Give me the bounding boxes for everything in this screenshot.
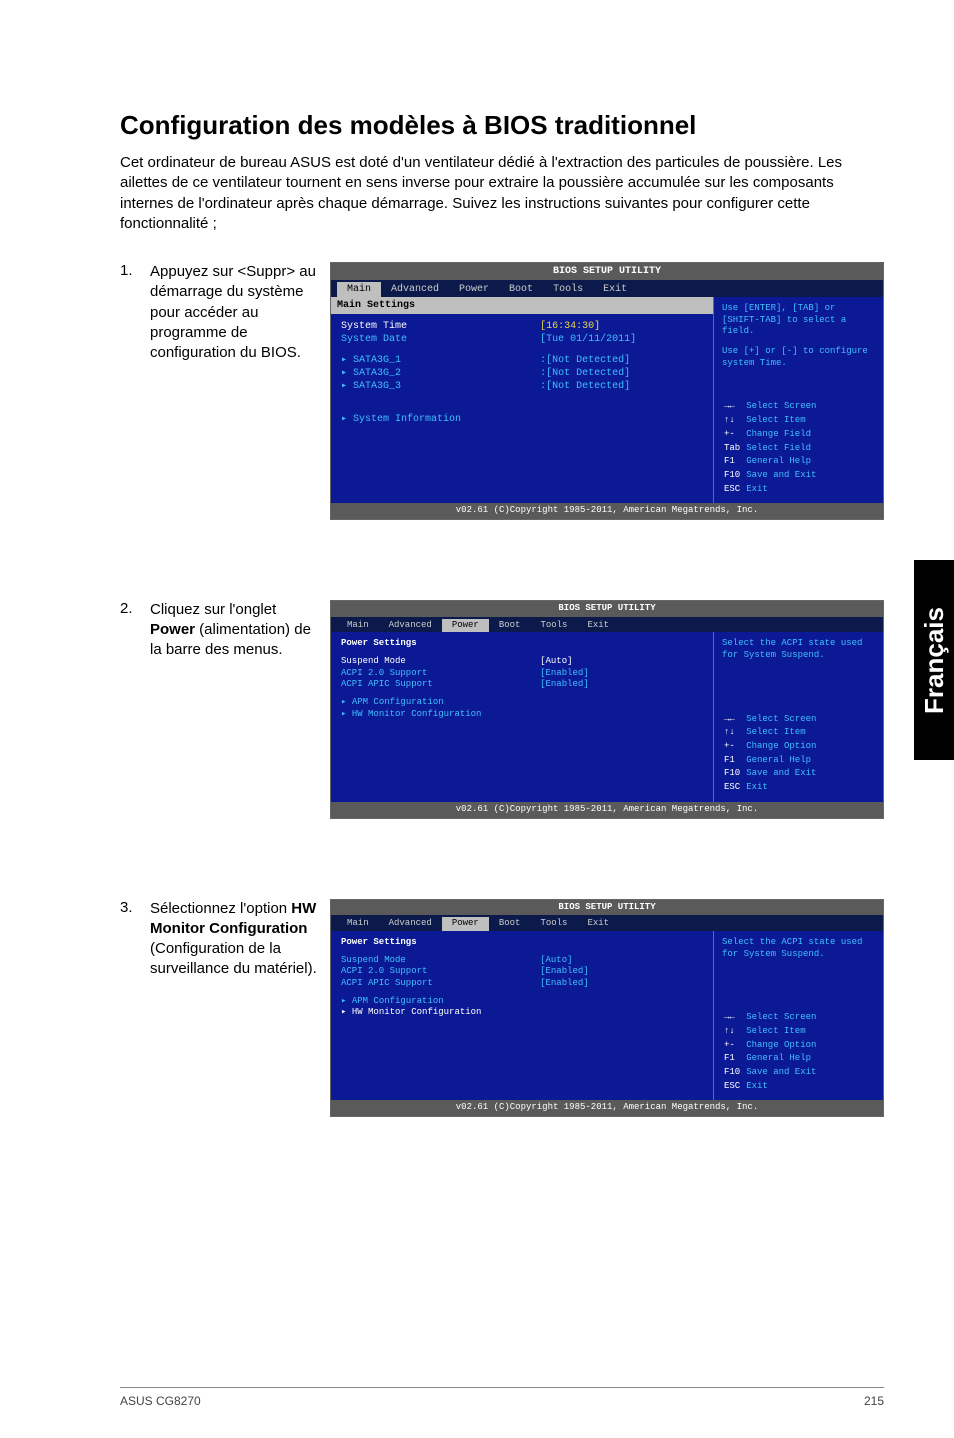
step-2: 2. Cliquez sur l'onglet Power (alimentat… [120,600,884,819]
bios1-help-mid: Use [+] or [-] to configure system Time. [722,346,875,369]
help-key-row: F1General Help [724,755,820,767]
help-key-row: ↑↓Select Item [724,1026,820,1038]
bios-row: Suspend Mode[Auto] [341,955,703,967]
bios-tab-main: Main [337,282,381,297]
help-key-row: F10Save and Exit [724,768,820,780]
bios3-help-top: Select the ACPI state used for System Su… [722,937,875,960]
bios-tab-exit: Exit [593,282,637,297]
step-3-text-a: Sélectionnez l'option [150,900,291,917]
bios-row: ▸ SATA3G_3:[Not Detected] [341,380,703,393]
help-key-row: ↑↓Select Item [724,415,820,427]
help-key-row: F10Save and Exit [724,470,820,482]
bios-row: ▸ SATA3G_2:[Not Detected] [341,367,703,380]
bios2-foot: v02.61 (C)Copyright 1985-2011, American … [331,802,883,818]
bios3-foot: v02.61 (C)Copyright 1985-2011, American … [331,1100,883,1116]
bios-row: ACPI 2.0 Support[Enabled] [341,668,703,680]
help-key-row: +-Change Option [724,1040,820,1052]
bios-tab-advanced: Advanced [379,619,442,633]
help-key-row: TabSelect Field [724,443,820,455]
bios-row: Suspend Mode[Auto] [341,656,703,668]
help-key-row: ↑↓Select Item [724,727,820,739]
bios3-rows: Suspend Mode[Auto]ACPI 2.0 Support[Enabl… [341,955,703,990]
bios-tab-exit: Exit [577,917,619,931]
bios-tab-main: Main [337,917,379,931]
bios1-section: Main Settings [331,297,713,314]
bios-tab-advanced: Advanced [379,917,442,931]
bios1-help-top: Use [ENTER], [TAB] or [SHIFT-TAB] to sel… [722,303,875,338]
bios-screenshot-2: BIOS SETUP UTILITY MainAdvancedPowerBoot… [330,600,884,819]
step-3: 3. Sélectionnez l'option HW Monitor Conf… [120,899,884,1118]
bios1-sata: ▸ SATA3G_1:[Not Detected]▸ SATA3G_2:[Not… [341,354,703,393]
bios2-subs: APM ConfigurationHW Monitor Configuratio… [341,697,703,720]
step-3-text-c: (Configuration de la surveillance du mat… [150,940,317,977]
bios-row: System Date[Tue 01/11/2011] [341,333,703,346]
bios-tab-tools: Tools [530,619,577,633]
bios-submenu: HW Monitor Configuration [341,1007,703,1019]
bios-tab-boot: Boot [489,619,531,633]
bios-tab-boot: Boot [499,282,543,297]
help-key-row: →←Select Screen [724,401,820,413]
bios2-section: Power Settings [341,638,703,650]
bios2-keys: →←Select Screen↑↓Select Item +-Change Opt… [722,712,822,796]
bios-tab-power: Power [442,619,489,633]
step-2-number: 2. [120,600,150,617]
bios2-rows: Suspend Mode[Auto]ACPI 2.0 Support[Enabl… [341,656,703,691]
step-2-text-b: Power [150,621,195,638]
footer-left: ASUS CG8270 [120,1394,201,1408]
bios1-keys: →←Select Screen ↑↓Select Item +-Change Fie… [722,399,822,497]
bios-tab-tools: Tools [530,917,577,931]
bios-submenu: APM Configuration [341,697,703,709]
help-key-row: F1General Help [724,456,820,468]
intro-paragraph: Cet ordinateur de bureau ASUS est doté d… [120,153,884,234]
bios2-tabs: MainAdvancedPowerBootToolsExit [331,617,883,633]
bios-tab-boot: Boot [489,917,531,931]
step-3-text: Sélectionnez l'option HW Monitor Configu… [150,899,330,980]
footer-right: 215 [864,1394,884,1408]
bios-tab-advanced: Advanced [381,282,449,297]
page-footer: ASUS CG8270 215 [120,1387,884,1408]
bios-row: ACPI APIC Support[Enabled] [341,978,703,990]
bios1-title: BIOS SETUP UTILITY [331,263,883,280]
page-title: Configuration des modèles à BIOS traditi… [120,110,884,141]
bios-row: ACPI APIC Support[Enabled] [341,679,703,691]
bios1-sysinfo: System Information [341,413,703,426]
bios1-tabs: MainAdvancedPowerBootToolsExit [331,280,883,297]
bios-row: ▸ SATA3G_1:[Not Detected] [341,354,703,367]
bios-tab-power: Power [449,282,499,297]
help-key-row: +-Change Field [724,429,820,441]
bios1-rows: System Time[16:34:30]System Date[Tue 01/… [341,320,703,346]
step-3-number: 3. [120,899,150,916]
help-key-row: F1General Help [724,1053,820,1065]
bios-submenu: APM Configuration [341,996,703,1008]
help-key-row: +-Change Option [724,741,820,753]
bios-row: System Time[16:34:30] [341,320,703,333]
help-key-row: ESCExit [724,484,820,496]
help-key-row: →←Select Screen [724,1012,820,1024]
bios3-tabs: MainAdvancedPowerBootToolsExit [331,915,883,931]
help-key-row: ESCExit [724,782,820,794]
bios3-subs: APM ConfigurationHW Monitor Configuratio… [341,996,703,1019]
help-key-row: F10Save and Exit [724,1067,820,1079]
bios-row: ACPI 2.0 Support[Enabled] [341,966,703,978]
bios-tab-power: Power [442,917,489,931]
bios3-title: BIOS SETUP UTILITY [331,900,883,916]
step-1: 1. Appuyez sur <Suppr> au démarrage du s… [120,262,884,520]
bios3-keys: →←Select Screen ↑↓Select Item +-Change Opt… [722,1010,822,1094]
step-1-number: 1. [120,262,150,279]
step-1-text: Appuyez sur <Suppr> au démarrage du syst… [150,262,330,363]
bios3-section: Power Settings [341,937,703,949]
bios-screenshot-1: BIOS SETUP UTILITY MainAdvancedPowerBoot… [330,262,884,520]
step-2-text: Cliquez sur l'onglet Power (alimentation… [150,600,330,661]
bios1-foot: v02.61 (C)Copyright 1985-2011, American … [331,503,883,519]
help-key-row: →←Select Screen [724,714,820,726]
step-2-text-a: Cliquez sur l'onglet [150,601,276,618]
bios2-title: BIOS SETUP UTILITY [331,601,883,617]
bios-tab-main: Main [337,619,379,633]
help-key-row: ESCExit [724,1081,820,1093]
bios2-help-top: Select the ACPI state used for System Su… [722,638,875,661]
bios-tab-tools: Tools [543,282,593,297]
bios-tab-exit: Exit [577,619,619,633]
bios-screenshot-3: BIOS SETUP UTILITY MainAdvancedPowerBoot… [330,899,884,1118]
bios-submenu: HW Monitor Configuration [341,709,703,721]
